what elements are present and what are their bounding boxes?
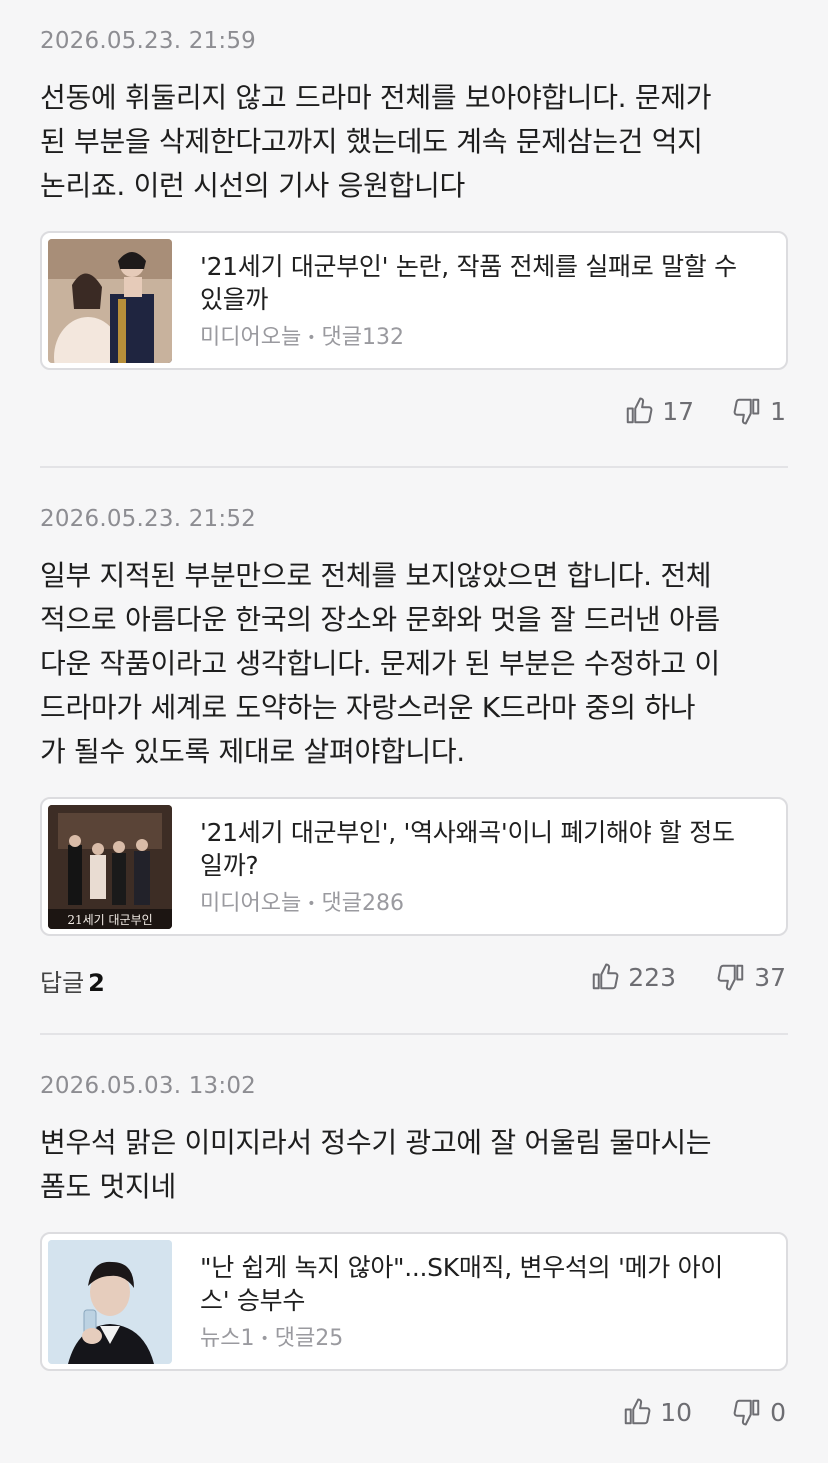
article-meta: 뉴스1 • 댓글25 bbox=[200, 1320, 760, 1352]
article-title-line: '21세기 대군부인' 논란, 작품 전체를 실패로 말할 수 bbox=[200, 252, 737, 281]
comment-line: 일부 지적된 부분만으로 전체를 보지않았으면 합니다. 전체 bbox=[40, 559, 712, 592]
article-comment-count: 댓글286 bbox=[321, 891, 404, 916]
comment-body: 변우석 맑은 이미지라서 정수기 광고에 잘 어울림 물마시는 폼도 멋지네 bbox=[40, 1121, 712, 1209]
thumbs-down-icon bbox=[733, 1399, 760, 1426]
comment-line: 적으로 아름다운 한국의 장소와 문화와 멋을 잘 드러낸 아름 bbox=[40, 603, 720, 636]
comment-item: 2026.05.03. 13:02 변우석 맑은 이미지라서 정수기 광고에 잘… bbox=[40, 1035, 788, 1463]
comment-line: 선동에 휘둘리지 않고 드라마 전체를 보아야합니다. 문제가 bbox=[40, 81, 712, 114]
comment-body: 일부 지적된 부분만으로 전체를 보지않았으면 합니다. 전체 적으로 아름다운… bbox=[40, 554, 720, 774]
comment-body: 선동에 휘둘리지 않고 드라마 전체를 보아야합니다. 문제가 된 부분을 삭제… bbox=[40, 76, 712, 208]
article-comment-count: 댓글25 bbox=[274, 1326, 344, 1351]
article-meta: 미디어오늘 • 댓글132 bbox=[200, 319, 760, 351]
separator-dot: • bbox=[260, 1331, 269, 1347]
like-button[interactable]: 17 bbox=[624, 396, 694, 426]
like-count: 17 bbox=[662, 396, 694, 426]
article-comment-count: 댓글132 bbox=[321, 325, 404, 350]
article-card[interactable]: '21세기 대군부인' 논란, 작품 전체를 실패로 말할 수 있을까 미디어오… bbox=[40, 231, 788, 370]
thumbs-down-icon bbox=[717, 964, 744, 991]
article-title[interactable]: '21세기 대군부인', '역사왜곡'이니 폐기해야 할 정도 일까? bbox=[200, 816, 760, 882]
like-count: 223 bbox=[628, 962, 676, 992]
article-card-text: "난 쉽게 녹지 않아"...SK매직, 변우석의 '메가 아이 스' 승부수 … bbox=[200, 1251, 780, 1352]
article-title-line: "난 쉽게 녹지 않아"...SK매직, 변우석의 '메가 아이 bbox=[200, 1253, 724, 1282]
article-card-text: '21세기 대군부인', '역사왜곡'이니 폐기해야 할 정도 일까? 미디어오… bbox=[200, 816, 780, 917]
article-title-line: '21세기 대군부인', '역사왜곡'이니 폐기해야 할 정도 bbox=[200, 818, 735, 847]
separator-dot: • bbox=[307, 330, 316, 346]
article-source: 미디어오늘 bbox=[200, 891, 302, 916]
drama-poster-image: 21세기 대군부인 bbox=[48, 804, 172, 929]
drama-still-image bbox=[48, 238, 172, 363]
poster-title: 21세기 대군부인 bbox=[67, 913, 152, 927]
article-source: 뉴스1 bbox=[200, 1326, 255, 1351]
reply-button[interactable]: 답글 2 bbox=[40, 963, 105, 998]
comment-line: 다운 작품이라고 생각합니다. 문제가 된 부분은 수정하고 이 bbox=[40, 647, 720, 680]
thumbs-up-icon bbox=[593, 963, 619, 990]
comment-line: 된 부분을 삭제한다고까지 했는데도 계속 문제삼는건 억지 bbox=[40, 125, 703, 158]
dislike-count: 1 bbox=[770, 396, 786, 426]
comment-item: 2026.05.23. 21:59 선동에 휘둘리지 않고 드라마 전체를 보아… bbox=[40, 0, 788, 468]
comment-line: 드라마가 세계로 도약하는 자랑스러운 K드라마 중의 하나 bbox=[40, 691, 696, 724]
comment-line: 폼도 멋지네 bbox=[40, 1170, 176, 1203]
dislike-button[interactable]: 37 bbox=[716, 962, 786, 992]
comment-timestamp: 2026.05.23. 21:52 bbox=[40, 506, 256, 532]
article-title[interactable]: '21세기 대군부인' 논란, 작품 전체를 실패로 말할 수 있을까 bbox=[200, 250, 760, 316]
article-card[interactable]: 21세기 대군부인 '21세기 대군부인', '역사왜곡'이니 폐기해야 할 정… bbox=[40, 797, 788, 936]
dislike-count: 0 bbox=[770, 1397, 786, 1427]
article-thumbnail bbox=[48, 238, 172, 363]
dislike-button[interactable]: 0 bbox=[732, 1397, 786, 1427]
person-photo-image bbox=[48, 1239, 172, 1364]
dislike-count: 37 bbox=[754, 962, 786, 992]
article-card-text: '21세기 대군부인' 논란, 작품 전체를 실패로 말할 수 있을까 미디어오… bbox=[200, 250, 780, 351]
comment-line: 논리죠. 이런 시선의 기사 응원합니다 bbox=[40, 169, 465, 202]
thumbs-up-icon bbox=[626, 397, 653, 424]
thumbs-up-icon bbox=[624, 1398, 651, 1425]
article-title-line: 있을까 bbox=[200, 285, 269, 314]
like-button[interactable]: 223 bbox=[590, 962, 676, 992]
dislike-button[interactable]: 1 bbox=[732, 396, 786, 426]
reply-label: 답글 bbox=[40, 969, 85, 997]
comment-timestamp: 2026.05.03. 13:02 bbox=[40, 1073, 256, 1099]
separator-dot: • bbox=[307, 896, 316, 912]
article-card[interactable]: "난 쉽게 녹지 않아"...SK매직, 변우석의 '메가 아이 스' 승부수 … bbox=[40, 1232, 788, 1371]
article-thumbnail bbox=[48, 1239, 172, 1364]
reply-count: 2 bbox=[88, 969, 105, 997]
comment-timestamp: 2026.05.23. 21:59 bbox=[40, 28, 256, 54]
article-title-line: 일까? bbox=[200, 851, 259, 880]
like-count: 10 bbox=[660, 1397, 692, 1427]
comment-item: 2026.05.23. 21:52 일부 지적된 부분만으로 전체를 보지않았으… bbox=[40, 468, 788, 1035]
article-source: 미디어오늘 bbox=[200, 325, 302, 350]
comment-line: 가 될수 있도록 제대로 살펴야합니다. bbox=[40, 735, 465, 768]
comment-feed: 2026.05.23. 21:59 선동에 휘둘리지 않고 드라마 전체를 보아… bbox=[0, 0, 828, 1463]
article-thumbnail: 21세기 대군부인 bbox=[48, 804, 172, 929]
article-title-line: 스' 승부수 bbox=[200, 1286, 306, 1315]
like-button[interactable]: 10 bbox=[622, 1397, 692, 1427]
article-title[interactable]: "난 쉽게 녹지 않아"...SK매직, 변우석의 '메가 아이 스' 승부수 bbox=[200, 1251, 760, 1317]
article-meta: 미디어오늘 • 댓글286 bbox=[200, 885, 760, 917]
thumbs-down-icon bbox=[733, 398, 760, 425]
comment-line: 변우석 맑은 이미지라서 정수기 광고에 잘 어울림 물마시는 bbox=[40, 1126, 712, 1159]
